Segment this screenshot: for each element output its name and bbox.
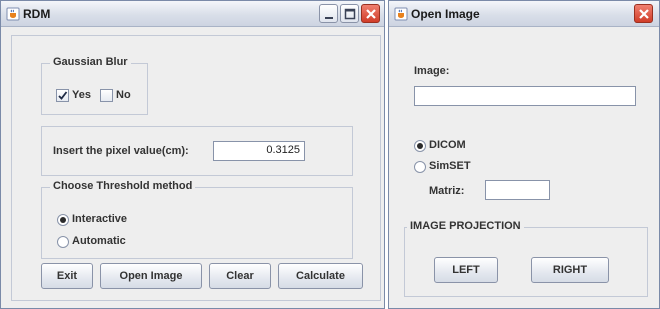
threshold-automatic-radio[interactable] xyxy=(57,236,69,248)
minimize-icon xyxy=(325,17,333,19)
threshold-automatic-label: Automatic xyxy=(72,235,126,247)
radio-selected-dot xyxy=(60,217,66,223)
clear-button[interactable]: Clear xyxy=(209,263,271,289)
exit-button[interactable]: Exit xyxy=(41,263,93,289)
minimize-button[interactable] xyxy=(319,4,338,23)
check-icon xyxy=(58,91,68,100)
image-path-input[interactable] xyxy=(414,86,636,106)
format-simset-label: SimSET xyxy=(429,160,471,172)
blur-yes-label: Yes xyxy=(72,89,91,101)
calculate-button[interactable]: Calculate xyxy=(278,263,363,289)
right-projection-button[interactable]: RIGHT xyxy=(531,257,609,283)
rdm-window: RDM Gaussian Blur Yes No Insert the pixe… xyxy=(0,0,385,309)
open-image-titlebar[interactable]: Open Image xyxy=(389,1,659,27)
close-button[interactable] xyxy=(361,4,380,23)
gaussian-blur-title: Gaussian Blur xyxy=(50,56,131,68)
format-dicom-label: DICOM xyxy=(429,139,466,151)
threshold-interactive-radio[interactable] xyxy=(57,214,69,226)
rdm-titlebar[interactable]: RDM xyxy=(1,1,384,27)
open-image-window: Open Image Image: DICOM SimSET Matriz: I… xyxy=(388,0,660,309)
image-label: Image: xyxy=(414,65,450,77)
matrix-input[interactable] xyxy=(485,180,550,200)
threshold-title: Choose Threshold method xyxy=(50,180,196,192)
image-projection-title: IMAGE PROJECTION xyxy=(407,220,524,232)
java-cup-icon xyxy=(6,7,20,21)
blur-yes-checkbox[interactable] xyxy=(56,89,69,102)
close-icon xyxy=(639,9,649,19)
pixel-value-label: Insert the pixel value(cm): xyxy=(53,145,189,157)
matrix-label: Matriz: xyxy=(429,185,465,197)
java-cup-icon xyxy=(394,7,408,21)
left-projection-button[interactable]: LEFT xyxy=(434,257,498,283)
maximize-button[interactable] xyxy=(340,4,359,23)
maximize-icon xyxy=(344,8,356,20)
pixel-value-input[interactable]: 0.3125 xyxy=(213,141,305,161)
format-simset-radio[interactable] xyxy=(414,161,426,173)
open-image-window-title: Open Image xyxy=(411,7,480,21)
radio-selected-dot xyxy=(417,143,423,149)
open-image-button[interactable]: Open Image xyxy=(100,263,202,289)
close-icon xyxy=(366,9,376,19)
blur-no-label: No xyxy=(116,89,131,101)
blur-no-checkbox[interactable] xyxy=(100,89,113,102)
format-dicom-radio[interactable] xyxy=(414,140,426,152)
threshold-interactive-label: Interactive xyxy=(72,213,128,225)
rdm-window-title: RDM xyxy=(23,7,51,21)
close-button[interactable] xyxy=(634,4,653,23)
